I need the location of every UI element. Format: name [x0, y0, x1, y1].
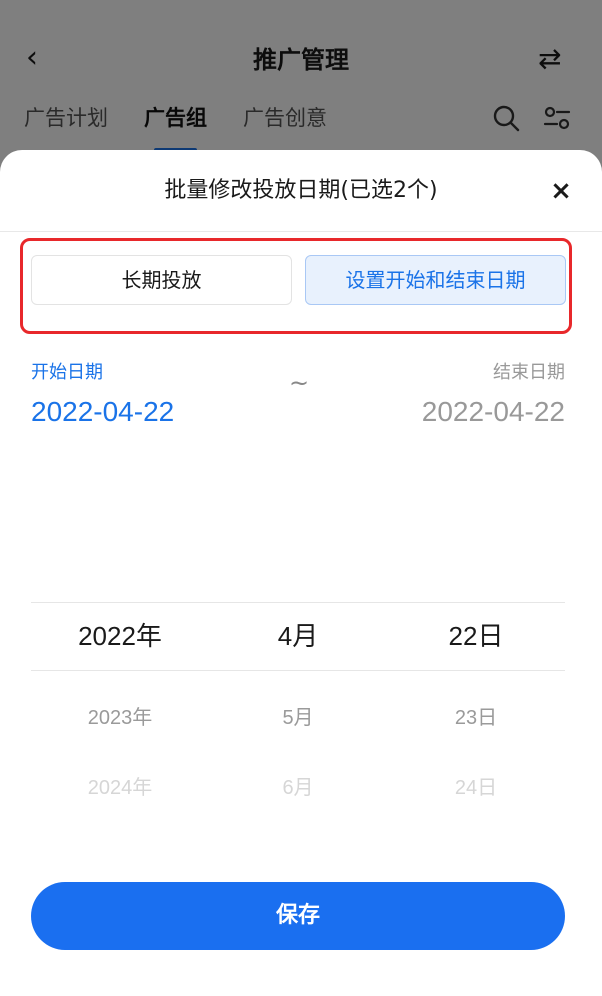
date-bottom-sheet: 批量修改投放日期(已选2个) × 长期投放 设置开始和结束日期 开始日期 202… [0, 150, 602, 996]
long-term-button[interactable]: 长期投放 [31, 255, 292, 305]
picker-year-selected[interactable]: 2022年 [31, 616, 209, 656]
end-date-value[interactable]: 2022-04-22 [422, 393, 565, 431]
end-date-label: 结束日期 [493, 362, 565, 383]
picker-month-option[interactable]: 5月 [209, 703, 387, 733]
picker-top-divider [31, 602, 565, 603]
picker-year-option[interactable]: 2024年 [31, 773, 209, 803]
start-date-label: 开始日期 [31, 362, 103, 383]
set-date-range-button[interactable]: 设置开始和结束日期 [305, 255, 566, 305]
picker-bottom-divider [31, 670, 565, 671]
picker-month-option[interactable]: 6月 [209, 773, 387, 803]
picker-year-option[interactable]: 2023年 [31, 703, 209, 733]
picker-month-selected[interactable]: 4月 [209, 616, 387, 656]
save-button[interactable]: 保存 [31, 882, 565, 950]
picker-day-option[interactable]: 23日 [387, 703, 565, 733]
close-icon[interactable]: × [546, 176, 576, 206]
picker-day-selected[interactable]: 22日 [387, 616, 565, 656]
picker-day-option[interactable]: 24日 [387, 773, 565, 803]
sheet-title: 批量修改投放日期(已选2个) [164, 178, 438, 203]
sheet-header: 批量修改投放日期(已选2个) × [0, 150, 602, 232]
date-separator: ~ [289, 369, 310, 397]
start-date-value[interactable]: 2022-04-22 [31, 393, 174, 431]
